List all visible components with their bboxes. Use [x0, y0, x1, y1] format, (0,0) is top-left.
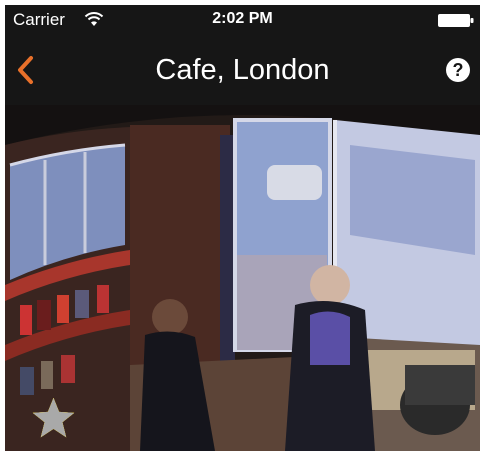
help-button[interactable]: ?	[446, 58, 470, 82]
battery-icon	[438, 14, 474, 27]
navigation-bar: Cafe, London ?	[5, 35, 480, 105]
status-time: 2:02 PM	[212, 10, 273, 27]
star-empty-icon[interactable]	[30, 395, 77, 442]
page-title: Cafe, London	[155, 54, 330, 86]
chevron-left-icon	[18, 56, 33, 84]
back-button[interactable]	[11, 52, 47, 88]
camera-photo[interactable]	[5, 105, 480, 451]
app-screen: Carrier 2:02 PM Cafe, London ?	[5, 5, 480, 451]
status-bar: Carrier 2:02 PM	[5, 5, 480, 35]
